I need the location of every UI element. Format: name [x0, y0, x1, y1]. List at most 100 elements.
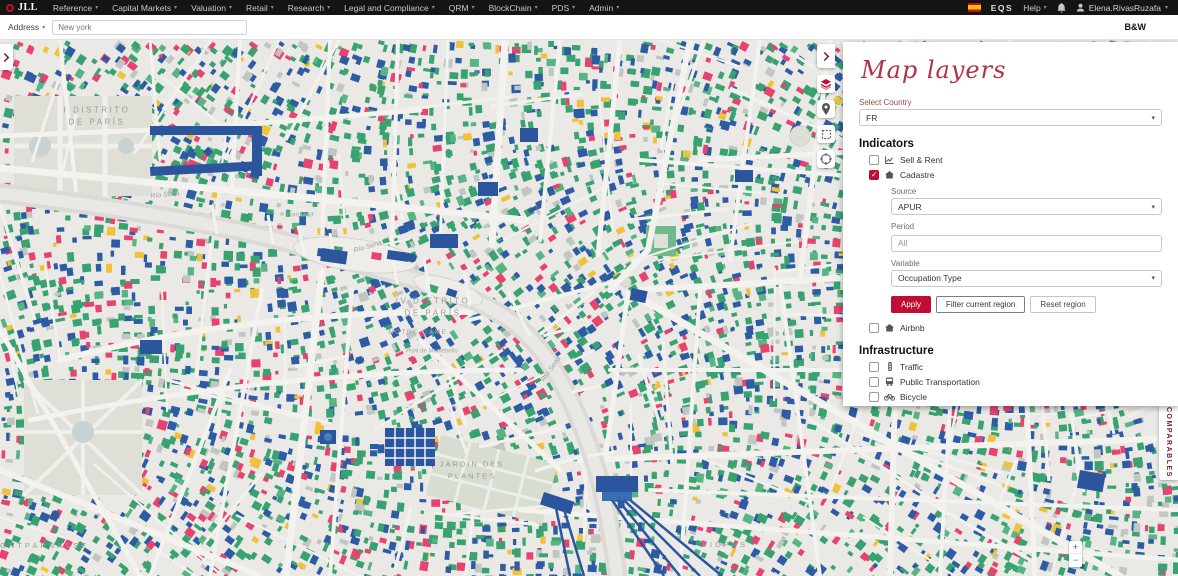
cadastre-checkbox[interactable] [869, 170, 879, 180]
chevron-down-icon: ▾ [1151, 114, 1155, 122]
source-select[interactable]: APUR ▾ [891, 198, 1162, 215]
public-transportation-checkbox[interactable] [869, 377, 879, 387]
bicycle-row: Bicycle [869, 392, 1162, 402]
period-input[interactable] [891, 235, 1162, 252]
panel-collapse-button[interactable] [817, 44, 835, 68]
user-name: Elena.RivasRuzafa [1089, 3, 1161, 13]
public-transportation-row: Public Transportation [869, 377, 1162, 387]
cadastre-options: Source APUR ▾ Period Variable Occupation… [891, 187, 1162, 313]
bicycle-icon [884, 393, 895, 401]
nav-item-capital-markets[interactable]: Capital Markets▾ [105, 3, 184, 13]
user-icon [1076, 3, 1085, 12]
traffic-label: Traffic [900, 362, 923, 372]
top-navigation: JLL Reference▾ Capital Markets▾ Valuatio… [0, 0, 1178, 15]
sell-rent-row: Sell & Rent [869, 155, 1162, 165]
nav-item-reference[interactable]: Reference▾ [46, 3, 105, 13]
jll-logo[interactable]: JLL [6, 2, 38, 13]
user-menu[interactable]: Elena.RivasRuzafa ▾ [1076, 3, 1168, 13]
address-type-select[interactable]: Address▾ [8, 22, 45, 32]
eqs-logo[interactable]: EQS [991, 3, 1013, 13]
map-layers-button[interactable] [817, 75, 835, 93]
zoom-in-button[interactable]: + [1069, 541, 1082, 554]
reset-region-button[interactable]: Reset region [1030, 296, 1095, 313]
chevron-down-icon: ▾ [271, 4, 274, 11]
indicators-heading: Indicators [859, 138, 1162, 150]
country-value: FR [866, 113, 877, 123]
infrastructure-heading: Infrastructure [859, 345, 1162, 357]
locate-button[interactable] [817, 150, 835, 168]
comparables-tab[interactable]: COMPARABLES [1159, 404, 1178, 480]
jll-logo-icon [6, 4, 14, 12]
search-header: Address▾ B&W [0, 15, 1178, 40]
nav-item-pds[interactable]: PDS▾ [545, 3, 583, 13]
chevron-down-icon: ▾ [1165, 4, 1168, 11]
source-value: APUR [898, 202, 922, 212]
chevron-down-icon: ▾ [42, 24, 45, 31]
zoom-control: + − [1069, 541, 1082, 567]
nav-item-blockchain[interactable]: BlockChain▾ [482, 3, 545, 13]
apply-button[interactable]: Apply [891, 296, 931, 313]
airbnb-checkbox[interactable] [869, 323, 879, 333]
bw-style-button[interactable]: B&W [1115, 20, 1157, 34]
chevron-down-icon: ▾ [472, 4, 475, 11]
compass-crosshair-icon [820, 153, 832, 165]
draw-region-button[interactable] [817, 125, 835, 143]
variable-select[interactable]: Occupation Type ▾ [891, 270, 1162, 287]
nav-item-legal-and-compliance[interactable]: Legal and Compliance▾ [337, 3, 442, 13]
chevron-down-icon: ▾ [327, 4, 330, 11]
chevron-down-icon: ▾ [1044, 4, 1047, 11]
chevron-right-icon [3, 53, 10, 62]
period-label: Period [891, 222, 1162, 231]
public-transportation-label: Public Transportation [900, 377, 980, 387]
nav-item-qrm[interactable]: QRM▾ [442, 3, 482, 13]
nav-item-valuation[interactable]: Valuation▾ [184, 3, 239, 13]
house-icon [884, 324, 895, 332]
cadastre-label: Cadastre [900, 170, 935, 180]
region-select-icon [821, 129, 832, 140]
bell-icon[interactable] [1057, 3, 1066, 13]
spanish-flag-icon[interactable] [968, 3, 981, 12]
variable-value: Occupation Type [898, 273, 962, 283]
map-toolbar [817, 44, 835, 168]
filter-current-region-button[interactable]: Filter current region [936, 296, 1025, 313]
sell-rent-checkbox[interactable] [869, 155, 879, 165]
traffic-light-icon [884, 362, 895, 371]
chevron-down-icon: ▾ [95, 4, 98, 11]
chevron-down-icon: ▾ [174, 4, 177, 11]
nav-item-admin[interactable]: Admin▾ [582, 3, 626, 13]
select-country-label: Select Country [859, 98, 1162, 107]
layers-icon [820, 78, 832, 90]
bicycle-checkbox[interactable] [869, 392, 879, 402]
bicycle-label: Bicycle [900, 392, 927, 402]
left-panel-expand-tab[interactable] [0, 44, 13, 70]
chevron-down-icon: ▾ [432, 4, 435, 11]
chart-icon [884, 156, 895, 164]
panel-title: Map layers [861, 56, 1162, 84]
chevron-down-icon: ▾ [572, 4, 575, 11]
traffic-checkbox[interactable] [869, 362, 879, 372]
zoom-out-button[interactable]: − [1069, 554, 1082, 567]
house-icon [884, 171, 895, 179]
country-select[interactable]: FR ▾ [859, 109, 1162, 126]
brand-name: JLL [18, 2, 38, 13]
sell-rent-label: Sell & Rent [900, 155, 943, 165]
bus-icon [884, 377, 895, 386]
map-layers-panel: Map layers Select Country FR ▾ Indicator… [843, 42, 1178, 406]
address-search-input[interactable] [52, 20, 247, 35]
chevron-down-icon: ▾ [1151, 274, 1155, 282]
chevron-right-icon [823, 52, 830, 61]
cadastre-actions: Apply Filter current region Reset region [891, 296, 1162, 313]
chevron-down-icon: ▾ [229, 4, 232, 11]
traffic-row: Traffic [869, 362, 1162, 372]
chevron-down-icon: ▾ [535, 4, 538, 11]
pin-icon [821, 103, 831, 115]
nav-item-retail[interactable]: Retail▾ [239, 3, 281, 13]
source-label: Source [891, 187, 1162, 196]
airbnb-label: Airbnb [900, 323, 925, 333]
cadastre-row: Cadastre [869, 170, 1162, 180]
chevron-down-icon: ▾ [616, 4, 619, 11]
drop-pin-button[interactable] [817, 100, 835, 118]
nav-item-research[interactable]: Research▾ [281, 3, 337, 13]
help-menu[interactable]: Help▾ [1023, 3, 1047, 13]
variable-label: Variable [891, 259, 1162, 268]
